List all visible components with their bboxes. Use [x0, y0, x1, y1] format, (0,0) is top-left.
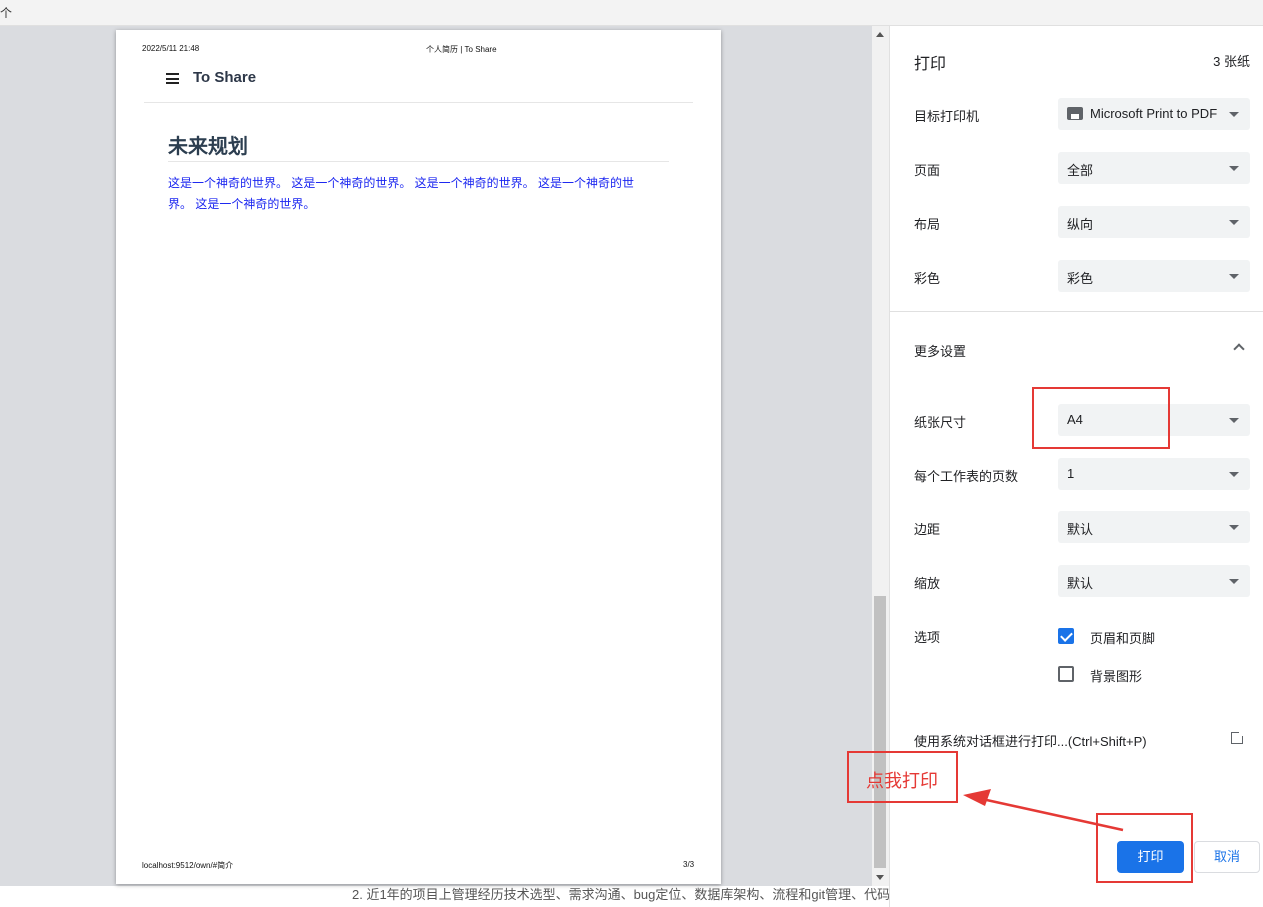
print-preview-area[interactable]: 2022/5/11 21:48 个人简历 | To Share To Share… [0, 26, 872, 886]
hamburger-menu-icon [166, 73, 179, 84]
margins-select[interactable]: 默认 [1058, 511, 1250, 543]
chevron-down-icon [1229, 472, 1239, 477]
page-header-title: 个人简历 | To Share [426, 45, 497, 54]
pages-per-sheet-select[interactable]: 1 [1058, 458, 1250, 490]
layout-label: 布局 [914, 217, 941, 232]
top-strip-text: 个 [0, 6, 13, 20]
chevron-down-icon [1229, 525, 1239, 530]
destination-value: Microsoft Print to PDF [1090, 106, 1218, 121]
color-select[interactable]: 彩色 [1058, 260, 1250, 292]
pages-per-sheet-value: 1 [1067, 466, 1075, 481]
options-label: 选项 [914, 630, 941, 645]
sheet-count: 3 张纸 [1213, 54, 1250, 69]
pages-per-sheet-label: 每个工作表的页数 [914, 469, 1019, 484]
annotation-arrow [963, 789, 1124, 832]
arrow-head [963, 789, 991, 806]
print-title: 打印 [914, 56, 947, 73]
layout-select[interactable]: 纵向 [1058, 206, 1250, 238]
scrollbar-thumb[interactable] [874, 596, 886, 868]
page-header-date: 2022/5/11 21:48 [142, 44, 200, 53]
layout-value: 纵向 [1067, 217, 1094, 232]
background-graphics-checkbox[interactable] [1058, 666, 1074, 682]
margins-label: 边距 [914, 522, 941, 537]
pages-label: 页面 [914, 163, 941, 178]
system-dialog-link[interactable]: 使用系统对话框进行打印...(Ctrl+Shift+P) [914, 731, 1147, 750]
divider [890, 311, 1263, 312]
destination-select[interactable]: Microsoft Print to PDF [1058, 98, 1250, 130]
page-navbar: To Share [144, 66, 693, 103]
open-external-icon[interactable] [1231, 730, 1245, 744]
color-value: 彩色 [1067, 271, 1094, 286]
page-footer-number: 3/3 [683, 860, 695, 869]
chevron-up-icon[interactable] [1233, 343, 1245, 355]
page-body-text: 这是一个神奇的世界。 这是一个神奇的世界。 这是一个神奇的世界。 这是一个神奇的… [168, 176, 635, 211]
more-settings-toggle[interactable]: 更多设置 [914, 341, 966, 360]
annotation-label: 点我打印 [847, 751, 958, 803]
scale-select[interactable]: 默认 [1058, 565, 1250, 597]
preview-page: 2022/5/11 21:48 个人简历 | To Share To Share… [116, 30, 721, 884]
headers-footers-checkbox[interactable] [1058, 628, 1074, 644]
top-strip: 个 [0, 0, 1263, 26]
chevron-down-icon [1229, 579, 1239, 584]
headers-footers-label[interactable]: 页眉和页脚 [1090, 628, 1155, 647]
page-footer-url: localhost:9512/own/#简介 [142, 861, 234, 870]
pages-select[interactable]: 全部 [1058, 152, 1250, 184]
scroll-down-icon[interactable] [876, 875, 884, 880]
background-graphics-label[interactable]: 背景图形 [1090, 666, 1142, 685]
margins-value: 默认 [1067, 522, 1094, 537]
printer-icon [1067, 107, 1083, 120]
chevron-down-icon [1229, 220, 1239, 225]
scale-label: 缩放 [914, 576, 941, 591]
paper-size-highlight-box [1032, 387, 1170, 449]
arrow-shaft [972, 795, 1124, 832]
color-label: 彩色 [914, 271, 941, 286]
scale-value: 默认 [1067, 576, 1094, 591]
pages-value: 全部 [1067, 163, 1094, 178]
paper-size-label: 纸张尺寸 [914, 415, 967, 430]
page-brand: To Share [193, 69, 257, 86]
chevron-down-icon [1229, 166, 1239, 171]
scroll-up-icon[interactable] [876, 32, 884, 37]
page-heading: 未来规划 [168, 130, 669, 162]
destination-label: 目标打印机 [914, 109, 980, 124]
chevron-down-icon [1229, 274, 1239, 279]
chevron-down-icon [1229, 112, 1239, 117]
cancel-button[interactable]: 取消 [1194, 841, 1260, 873]
chevron-down-icon [1229, 418, 1239, 423]
